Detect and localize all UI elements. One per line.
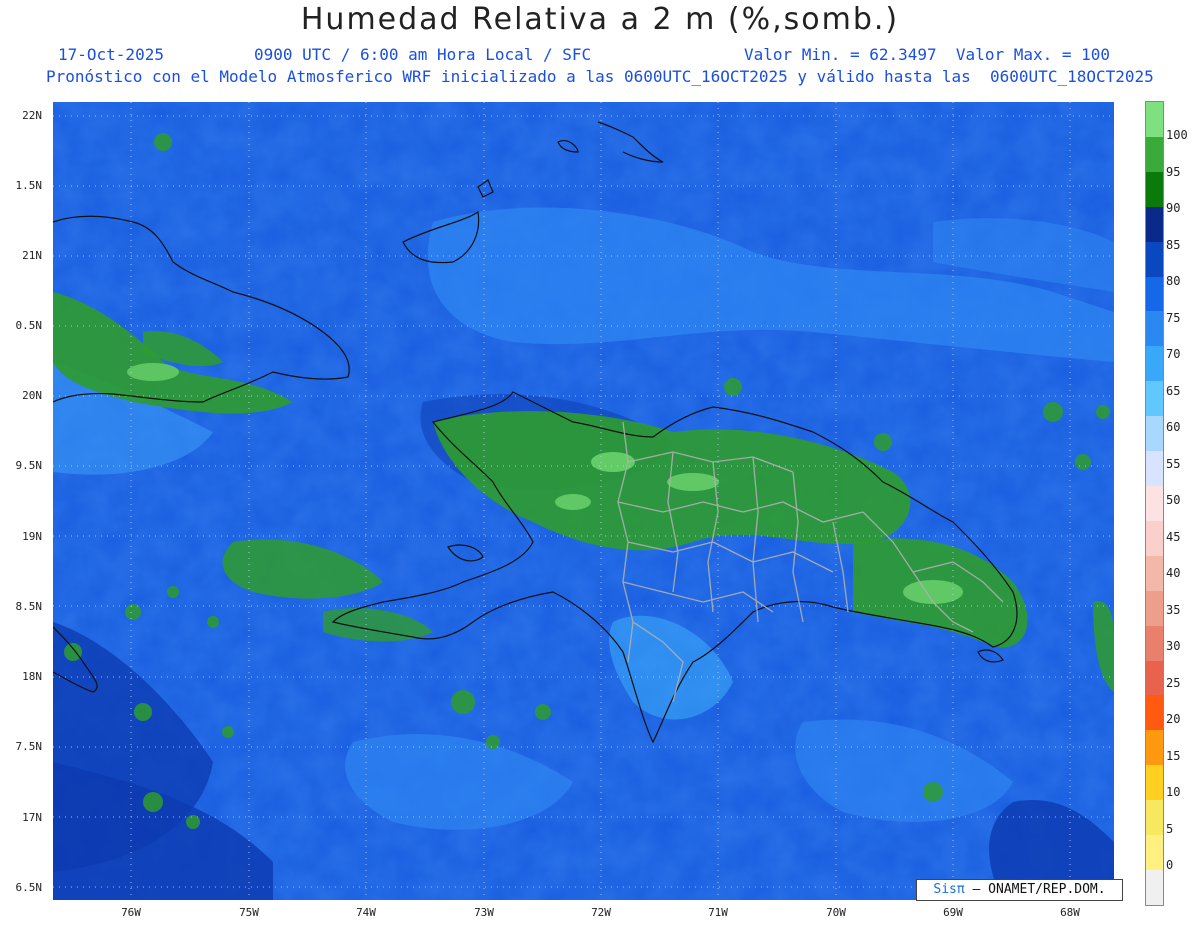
saturated-spot-3 xyxy=(555,494,591,510)
credit-text: – ONAMET/REP.DOM. xyxy=(972,882,1106,897)
colorbar-swatch xyxy=(1146,625,1163,661)
model-info: Pronóstico con el Modelo Atmosferico WRF… xyxy=(46,67,1154,86)
colorbar-swatch xyxy=(1146,520,1163,556)
colorbar-label: 0 xyxy=(1166,858,1174,872)
colorbar-label: 50 xyxy=(1166,493,1181,507)
forecast-date: 17-Oct-2025 xyxy=(58,45,164,64)
saturated-spot-5 xyxy=(127,363,179,381)
lat-tick: 6.5N xyxy=(15,881,43,894)
colorbar-swatch xyxy=(1146,660,1163,696)
lon-tick: 76W xyxy=(121,906,141,919)
colorbar-label: 95 xyxy=(1166,164,1181,179)
colorbar-label: 45 xyxy=(1166,529,1181,544)
colorbar-label: 85 xyxy=(1166,237,1181,252)
colorbar-label: 70 xyxy=(1166,347,1181,361)
lat-tick: 21N xyxy=(22,249,42,262)
colorbar-label: 30 xyxy=(1166,639,1181,653)
sispi-logo: Sisπ xyxy=(933,882,965,897)
lat-tick: 7.5N xyxy=(15,740,43,753)
lon-tick: 75W xyxy=(239,906,259,919)
colorbar-swatch xyxy=(1146,241,1163,277)
colorbar-swatch xyxy=(1146,590,1163,626)
colorbar-label: 100 xyxy=(1166,128,1188,142)
colorbar-swatch xyxy=(1146,206,1163,242)
lon-tick: 69W xyxy=(943,906,963,919)
lat-tick: 18N xyxy=(22,670,42,683)
saturated-spot-4 xyxy=(903,580,963,604)
lat-tick: 17N xyxy=(22,811,42,824)
lon-tick: 68W xyxy=(1060,906,1080,919)
colorbar-label: 10 xyxy=(1166,785,1181,799)
colorbar-swatch xyxy=(1146,485,1163,521)
colorbar-swatch xyxy=(1146,171,1163,207)
lon-tick: 71W xyxy=(708,906,728,919)
colorbar-swatch xyxy=(1146,381,1163,417)
colorbar-swatch xyxy=(1146,102,1163,137)
credit-box: Sisπ – ONAMET/REP.DOM. xyxy=(916,879,1123,901)
lon-tick: 70W xyxy=(826,906,846,919)
humidity-field-map xyxy=(53,102,1114,900)
lat-tick: 1.5N xyxy=(15,179,43,192)
colorbar-swatch xyxy=(1146,555,1163,591)
colorbar-swatch xyxy=(1146,730,1163,766)
lon-tick: 73W xyxy=(474,906,494,919)
lon-tick: 72W xyxy=(591,906,611,919)
colorbar-label: 40 xyxy=(1166,566,1181,580)
value-range: Valor Min. = 62.3497 Valor Max. = 100 xyxy=(744,45,1111,64)
colorbar-swatch xyxy=(1146,835,1163,870)
colorbar-label: 15 xyxy=(1166,748,1181,763)
lat-tick: 8.5N xyxy=(15,600,43,613)
colorbar-swatch xyxy=(1146,311,1163,347)
map-title: Humedad Relativa a 2 m (%,somb.) xyxy=(300,2,900,37)
colorbar-swatch xyxy=(1146,869,1163,905)
colorbar-label: 25 xyxy=(1166,675,1181,690)
colorbar-label: 65 xyxy=(1166,383,1181,398)
colorbar-label: 20 xyxy=(1166,712,1181,726)
colorbar-swatch xyxy=(1146,416,1163,452)
colorbar-label: 60 xyxy=(1166,420,1181,434)
forecast-time: 0900 UTC / 6:00 am Hora Local / SFC xyxy=(254,45,592,64)
colorbar-swatch xyxy=(1146,346,1163,382)
colorbar-swatch xyxy=(1146,276,1163,312)
lat-tick: 20N xyxy=(22,389,42,402)
colorbar-swatch xyxy=(1146,451,1163,486)
lat-tick: 0.5N xyxy=(15,319,43,332)
saturated-spot-2 xyxy=(667,473,719,491)
colorbar-swatch xyxy=(1146,765,1163,801)
lat-tick: 9.5N xyxy=(15,459,43,472)
colorbar-label: 55 xyxy=(1166,456,1181,471)
map-panel[interactable] xyxy=(53,102,1114,900)
colorbar-swatch xyxy=(1146,136,1163,172)
colorbar xyxy=(1145,101,1164,906)
colorbar-label: 35 xyxy=(1166,602,1181,617)
lat-tick: 19N xyxy=(22,530,42,543)
lat-tick: 22N xyxy=(22,109,42,122)
colorbar-label: 80 xyxy=(1166,274,1181,288)
colorbar-label: 75 xyxy=(1166,310,1181,325)
colorbar-swatch xyxy=(1146,800,1163,836)
lon-tick: 74W xyxy=(356,906,376,919)
colorbar-swatch xyxy=(1146,695,1163,731)
colorbar-label: 90 xyxy=(1166,201,1181,215)
colorbar-label: 5 xyxy=(1166,821,1174,836)
